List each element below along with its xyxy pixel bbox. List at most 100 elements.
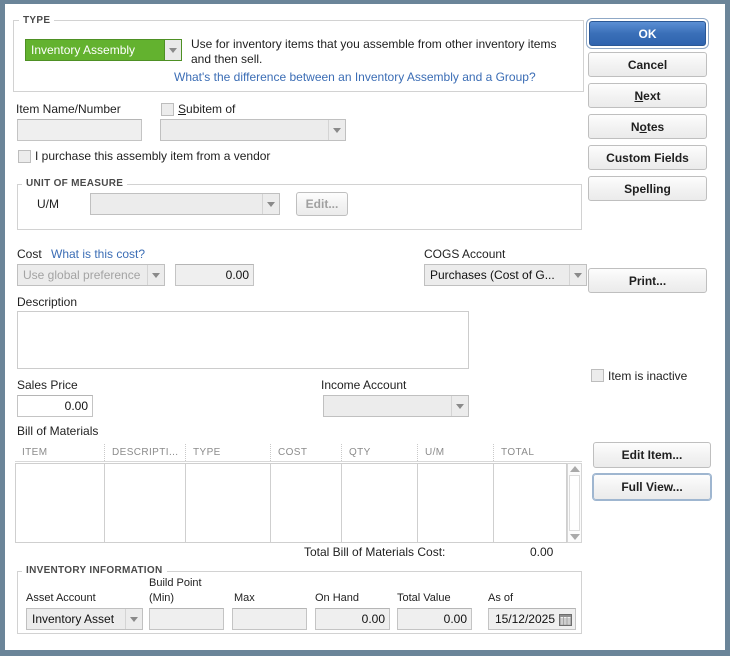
notes-button-mnemonic: o: [639, 119, 647, 134]
item-type-dropdown-arrow[interactable]: [164, 40, 181, 60]
cost-mode-dropdown-arrow[interactable]: [147, 265, 164, 285]
subitem-label-rest: ubitem of: [186, 102, 236, 116]
income-dropdown-arrow[interactable]: [451, 396, 468, 416]
purchase-from-vendor-checkbox[interactable]: [18, 150, 31, 163]
subitem-label-mnemonic: S: [178, 102, 187, 116]
asset-account-value: Inventory Asset: [32, 612, 115, 626]
item-type-value: Inventory Assembly: [31, 43, 136, 57]
cogs-dropdown-arrow[interactable]: [569, 265, 586, 285]
item-name-label: Item Name/Number: [16, 102, 121, 116]
chevron-down-icon: [333, 127, 341, 133]
next-button[interactable]: Next: [588, 83, 707, 108]
on-hand-input[interactable]: [315, 608, 390, 630]
cogs-account-value: Purchases (Cost of G...: [430, 268, 555, 282]
next-button-mnemonic: N: [634, 88, 644, 103]
build-point-input[interactable]: [149, 608, 224, 630]
income-account-dropdown[interactable]: [323, 395, 469, 417]
income-account-label: Income Account: [321, 378, 407, 392]
dialog-canvas: TYPE Inventory Assembly Use for inventor…: [5, 4, 725, 650]
type-help-link[interactable]: What's the difference between an Invento…: [174, 70, 536, 84]
item-type-dropdown[interactable]: Inventory Assembly: [25, 39, 182, 61]
calendar-icon[interactable]: [557, 611, 573, 627]
bom-cell-type[interactable]: [186, 464, 271, 542]
scroll-up-arrow-icon[interactable]: [569, 466, 580, 472]
purchase-from-vendor-label: I purchase this assembly item from a ven…: [35, 149, 271, 163]
subitem-label: Subitem of: [178, 102, 235, 116]
total-value-input[interactable]: [397, 608, 472, 630]
cost-mode-value: Use global preference: [23, 268, 141, 282]
cogs-account-label: COGS Account: [424, 247, 506, 261]
bom-col-item[interactable]: ITEM: [15, 444, 104, 461]
bom-col-qty[interactable]: QTY: [341, 444, 417, 461]
custom-fields-button[interactable]: Custom Fields: [588, 145, 707, 170]
edit-item-button[interactable]: Edit Item...: [593, 442, 711, 468]
bom-cell-item[interactable]: [16, 464, 105, 542]
um-edit-button[interactable]: Edit...: [296, 192, 348, 216]
next-button-label: ext: [643, 88, 661, 103]
um-label: U/M: [37, 197, 59, 211]
bom-col-total[interactable]: TOTAL: [493, 444, 582, 461]
item-is-inactive-checkbox[interactable]: [591, 369, 604, 382]
type-group-label: TYPE: [19, 15, 55, 26]
bom-col-description[interactable]: DESCRIPTI...: [104, 444, 185, 461]
bill-of-materials-label: Bill of Materials: [17, 424, 99, 438]
notes-button[interactable]: No tes: [588, 114, 707, 139]
scroll-down-arrow-icon[interactable]: [569, 534, 580, 540]
description-input[interactable]: [17, 311, 469, 369]
subitem-parent-dropdown[interactable]: [160, 119, 346, 141]
spelling-button-label-a: Spellin: [624, 181, 664, 196]
asset-account-label: Asset Account: [26, 592, 96, 604]
as-of-label: As of: [488, 592, 514, 604]
bom-col-cost[interactable]: COST: [270, 444, 341, 461]
what-is-this-cost-link[interactable]: What is this cost?: [51, 247, 145, 261]
um-dropdown-arrow[interactable]: [262, 194, 279, 214]
print-button[interactable]: Print...: [588, 268, 707, 293]
asset-account-dropdown-arrow[interactable]: [125, 609, 142, 629]
item-name-input[interactable]: [17, 119, 142, 141]
subitem-checkbox[interactable]: [161, 103, 174, 116]
max-label: Max: [234, 592, 255, 604]
cancel-button[interactable]: Cancel: [588, 52, 707, 77]
calendar-glyph: [558, 613, 572, 626]
ok-button[interactable]: OK: [589, 21, 706, 46]
bom-col-type[interactable]: TYPE: [185, 444, 270, 461]
cogs-account-dropdown[interactable]: Purchases (Cost of G...: [424, 264, 587, 286]
subitem-dropdown-arrow[interactable]: [328, 120, 345, 140]
sales-price-label: Sales Price: [17, 378, 78, 392]
notes-button-label-b: tes: [646, 119, 665, 134]
chevron-down-icon: [152, 272, 160, 278]
cost-value-input[interactable]: [175, 264, 254, 286]
scrollbar-thumb[interactable]: [569, 475, 580, 531]
description-label: Description: [17, 295, 78, 309]
bom-total-label: Total Bill of Materials Cost:: [304, 545, 446, 559]
asset-account-dropdown[interactable]: Inventory Asset: [26, 608, 143, 630]
bom-cell-um[interactable]: [418, 464, 494, 542]
max-input[interactable]: [232, 608, 307, 630]
bom-cell-description[interactable]: [105, 464, 186, 542]
spelling-button[interactable]: Spellin g: [588, 176, 707, 201]
bom-cell-qty[interactable]: [342, 464, 418, 542]
type-help-text: Use for inventory items that you assembl…: [191, 37, 557, 66]
chevron-down-icon: [574, 272, 582, 278]
bom-vertical-scrollbar[interactable]: [567, 463, 582, 543]
um-dropdown[interactable]: [90, 193, 280, 215]
bom-table-body[interactable]: [15, 463, 567, 543]
cost-mode-dropdown[interactable]: Use global preference: [17, 264, 165, 286]
cost-label: Cost: [17, 247, 42, 261]
full-view-button[interactable]: Full View...: [593, 474, 711, 500]
chevron-down-icon: [169, 47, 177, 53]
chevron-down-icon: [130, 616, 138, 622]
bom-cell-total[interactable]: [494, 464, 566, 542]
build-point-label-line1: Build Point: [149, 577, 202, 589]
bom-col-um[interactable]: U/M: [417, 444, 493, 461]
sales-price-input[interactable]: [17, 395, 93, 417]
inventory-information-group-label: INVENTORY INFORMATION: [22, 565, 167, 576]
bom-cell-cost[interactable]: [271, 464, 342, 542]
bom-total-value: 0.00: [530, 545, 554, 559]
total-value-label: Total Value: [397, 592, 451, 604]
on-hand-label: On Hand: [315, 592, 360, 604]
notes-button-label-a: N: [630, 119, 640, 134]
unit-of-measure-group-label: UNIT OF MEASURE: [22, 178, 128, 189]
chevron-down-icon: [267, 201, 275, 207]
chevron-down-icon: [456, 403, 464, 409]
